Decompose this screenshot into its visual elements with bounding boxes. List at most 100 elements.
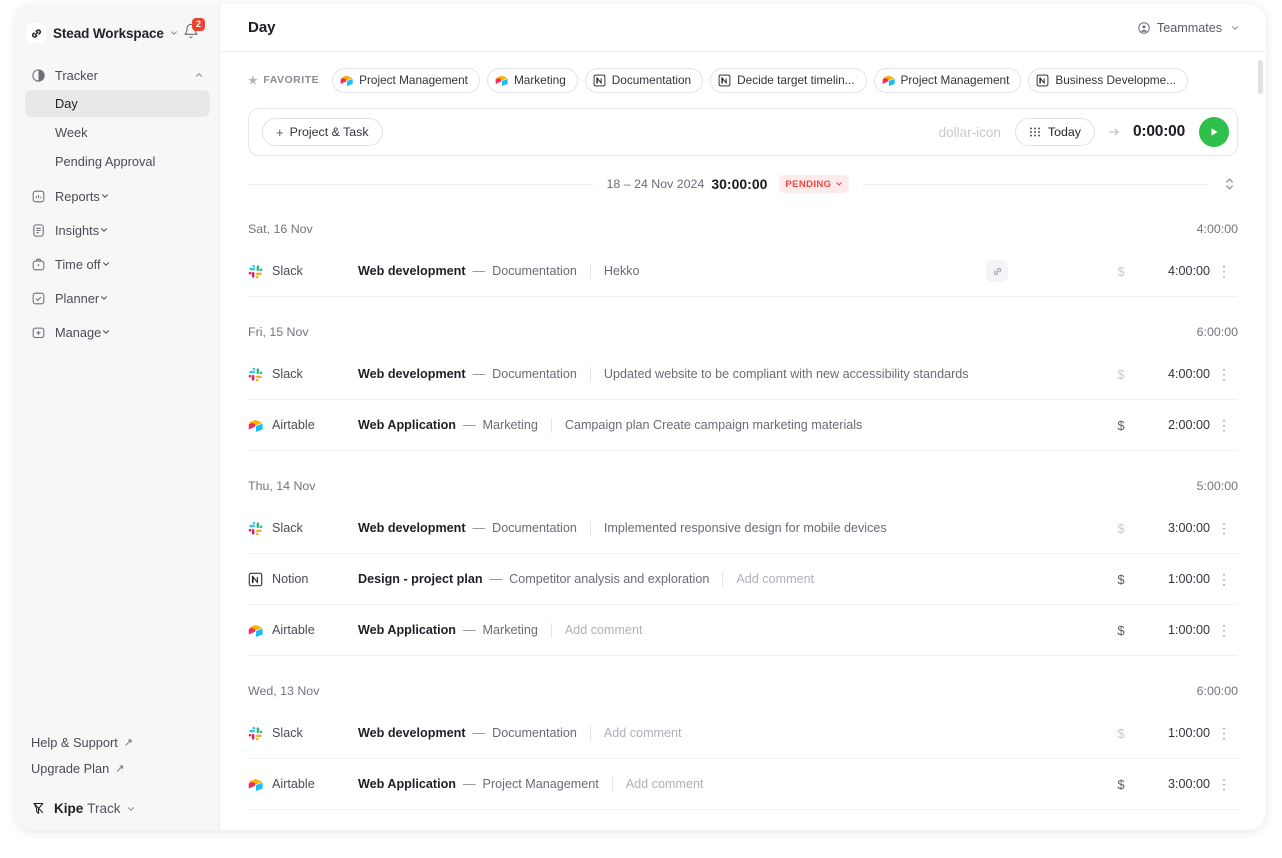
document-icon: [31, 223, 46, 238]
entry-billable[interactable]: $: [1106, 264, 1136, 279]
table-row[interactable]: Airtable Web Application — Marketing Add…: [248, 605, 1238, 656]
entry-dash: —: [462, 777, 476, 791]
more-vertical-icon[interactable]: ⋮: [1210, 725, 1238, 742]
entry-comment[interactable]: Hekko: [604, 264, 640, 278]
more-vertical-icon[interactable]: ⋮: [1210, 263, 1238, 280]
entry-billable[interactable]: $: [1106, 572, 1136, 587]
entry-billable[interactable]: $: [1106, 726, 1136, 741]
entry-task[interactable]: Web development — Documentation Hekko: [358, 263, 986, 279]
entry-comment[interactable]: Add comment: [736, 572, 814, 586]
product-switcher[interactable]: Kipe Track: [25, 801, 210, 816]
status-badge[interactable]: PENDING: [779, 175, 850, 193]
entry-comment[interactable]: Add comment: [565, 828, 643, 830]
workspace-switcher[interactable]: Stead Workspace 2: [16, 4, 219, 48]
sidebar-item-manage[interactable]: Manage: [25, 319, 210, 345]
entry-project: Web Application: [358, 418, 456, 432]
upgrade-plan-link[interactable]: Upgrade Plan ↗: [25, 755, 210, 781]
table-row[interactable]: Slack Web development — Documentation Up…: [248, 349, 1238, 400]
more-vertical-icon[interactable]: ⋮: [1210, 571, 1238, 588]
chevron-down-icon: [101, 325, 111, 340]
more-vertical-icon[interactable]: ⋮: [1210, 827, 1238, 831]
vertical-scrollbar-thumb[interactable]: [1258, 60, 1263, 94]
more-vertical-icon[interactable]: ⋮: [1210, 366, 1238, 383]
entry-task[interactable]: Web Application — Marketing Add comment: [358, 622, 1106, 638]
sidebar-item-planner[interactable]: Planner: [25, 285, 210, 311]
sidebar-item-reports[interactable]: Reports: [25, 183, 210, 209]
day-date: Sat, 16 Nov: [248, 222, 313, 236]
favorite-chip[interactable]: Documentation: [584, 67, 704, 93]
start-timer-button[interactable]: [1199, 117, 1229, 147]
entry-subtask: Marketing: [483, 828, 538, 830]
entry-comment[interactable]: Campaign plan Create campaign marketing …: [565, 418, 863, 432]
entry-actions: $ 3:00:00 ⋮: [1106, 776, 1238, 793]
week-range: 18 – 24 Nov 2024: [606, 177, 705, 191]
sidebar-item-pending-approval[interactable]: Pending Approval: [25, 148, 210, 175]
entry-billable[interactable]: $: [1106, 777, 1136, 792]
link-logo-icon: [26, 23, 46, 43]
favorite-chip[interactable]: Decide target timelin...: [710, 67, 867, 93]
entry-billable[interactable]: $: [1106, 418, 1136, 433]
external-link-icon: ↗: [123, 736, 134, 749]
entry-actions: $ 1:00:00 ⋮: [1106, 571, 1238, 588]
table-row[interactable]: Slack Web development — Documentation Im…: [248, 503, 1238, 554]
person-circle-icon: [1137, 21, 1151, 35]
table-row[interactable]: Airtable Web Application — Marketing Add…: [248, 810, 1238, 830]
billable-toggle[interactable]: dollar-icon: [939, 125, 1001, 140]
table-row[interactable]: Notion Design - project plan — Competito…: [248, 554, 1238, 605]
add-project-task-button[interactable]: + Project & Task: [262, 118, 383, 146]
help-and-support-link[interactable]: Help & Support ↗: [25, 729, 210, 755]
more-vertical-icon[interactable]: ⋮: [1210, 417, 1238, 434]
entry-task[interactable]: Web development — Documentation Implemen…: [358, 520, 1106, 536]
entry-task[interactable]: Web Application — Marketing Campaign pla…: [358, 417, 1106, 433]
table-row[interactable]: Slack Web development — Documentation He…: [248, 246, 1238, 297]
favorite-chip[interactable]: Business Developme...: [1028, 67, 1189, 93]
entry-comment[interactable]: Add comment: [604, 726, 682, 740]
entry-billable[interactable]: $: [1106, 828, 1136, 831]
link-icon[interactable]: [986, 260, 1008, 282]
entry-actions: $ 1:00:00 ⋮: [1106, 622, 1238, 639]
sidebar-item-tracker[interactable]: Tracker: [25, 62, 210, 88]
more-vertical-icon[interactable]: ⋮: [1210, 776, 1238, 793]
sidebar-item-week[interactable]: Week: [25, 119, 210, 146]
entry-comment[interactable]: Add comment: [626, 777, 704, 791]
checkbox-icon: [31, 291, 46, 306]
clock-icon: [31, 68, 46, 83]
favorites-text: FAVORITE: [263, 74, 320, 86]
entry-project: Web development: [358, 521, 466, 535]
notifications-button[interactable]: 2: [183, 17, 205, 44]
sidebar-item-insights[interactable]: Insights: [25, 217, 210, 243]
entry-billable[interactable]: $: [1106, 367, 1136, 382]
sidebar-item-label: Planner: [55, 290, 100, 306]
entry-comment[interactable]: Updated website to be compliant with new…: [604, 367, 969, 381]
chip-label: Project Management: [359, 73, 468, 87]
entry-task[interactable]: Web development — Documentation Updated …: [358, 366, 1106, 382]
more-vertical-icon[interactable]: ⋮: [1210, 622, 1238, 639]
slack-icon: [248, 726, 263, 741]
entry-comment[interactable]: Add comment: [565, 623, 643, 637]
favorite-chip[interactable]: Project Management: [332, 67, 480, 93]
entry-task[interactable]: Design - project plan — Competitor analy…: [358, 571, 1106, 587]
airtable-icon: [340, 74, 353, 87]
table-row[interactable]: Airtable Web Application — Project Manag…: [248, 759, 1238, 810]
entry-duration: 2:00:00: [1136, 828, 1210, 830]
sidebar-item-time-off[interactable]: Time off: [25, 251, 210, 277]
entry-billable[interactable]: $: [1106, 521, 1136, 536]
date-picker-label: Today: [1047, 125, 1081, 139]
entry-task[interactable]: Web Application — Marketing Add comment: [358, 827, 1106, 830]
more-vertical-icon[interactable]: ⋮: [1210, 520, 1238, 537]
table-row[interactable]: Slack Web development — Documentation Ad…: [248, 708, 1238, 759]
entry-billable[interactable]: $: [1106, 623, 1136, 638]
favorite-chip[interactable]: Project Management: [873, 67, 1022, 93]
entry-comment[interactable]: Implemented responsive design for mobile…: [604, 521, 887, 535]
table-row[interactable]: Airtable Web Application — Marketing Cam…: [248, 400, 1238, 451]
sidebar-item-day[interactable]: Day: [25, 90, 210, 117]
expand-collapse-icon[interactable]: [1220, 173, 1238, 195]
date-picker-button[interactable]: Today: [1014, 118, 1095, 146]
teammates-dropdown[interactable]: Teammates: [1137, 21, 1240, 35]
entry-app: Airtable: [248, 623, 358, 638]
entry-task[interactable]: Web Application — Project Management Add…: [358, 776, 1106, 792]
notification-badge: 2: [192, 17, 205, 31]
entry-task[interactable]: Web development — Documentation Add comm…: [358, 725, 1106, 741]
favorite-chip[interactable]: Marketing: [486, 67, 578, 93]
